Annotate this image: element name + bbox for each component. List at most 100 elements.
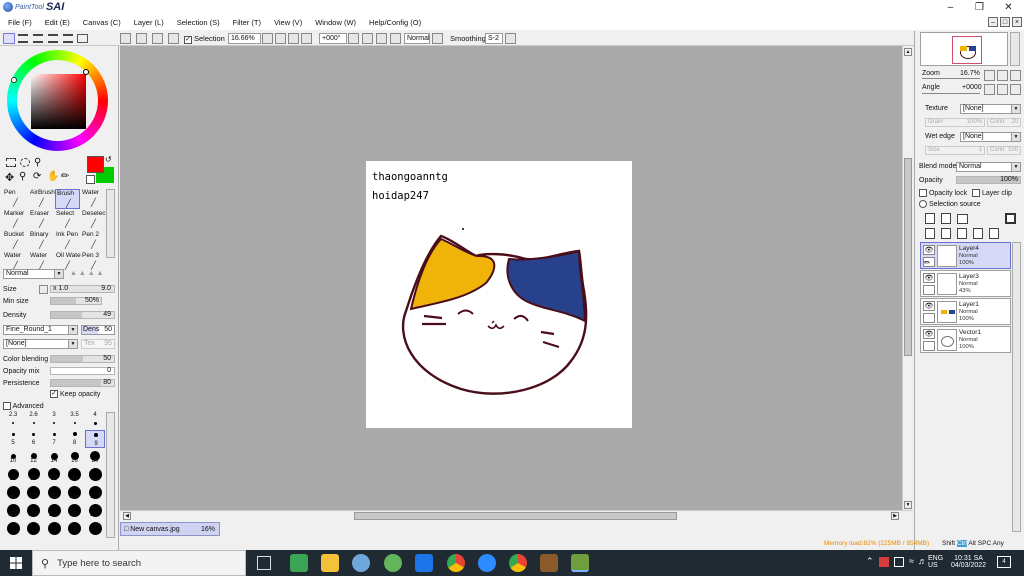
brush-size-60[interactable]: 60 <box>3 484 23 502</box>
color-panel-toggle-icon[interactable] <box>3 33 15 44</box>
tool-airbrush[interactable]: AirBrush ╱ <box>29 189 55 209</box>
rotate-ccw-icon[interactable] <box>348 33 359 44</box>
brush-blend-mode-dropdown[interactable]: Normal ▼ <box>3 269 64 279</box>
copy-icon[interactable] <box>168 33 179 44</box>
brush-size-40[interactable]: 40 <box>65 466 85 484</box>
layer-blend-mode-dropdown[interactable]: Normal ▼ <box>956 162 1021 172</box>
volume-icon[interactable]: ♬ <box>918 556 927 566</box>
hue-handle[interactable] <box>11 77 17 83</box>
zoom-out-icon[interactable] <box>262 33 273 44</box>
input-language[interactable]: ENG US <box>928 555 943 569</box>
close-icon[interactable]: ✕ <box>995 0 1022 15</box>
brush-size-6[interactable]: 6 <box>24 430 44 448</box>
menu-window[interactable]: Window (W) <box>315 18 356 27</box>
navigator-scrollbar[interactable] <box>1010 32 1020 66</box>
opacity-mix-slider[interactable]: 0 <box>50 367 115 375</box>
zoom-tool-icon[interactable]: ⚲ <box>19 171 26 182</box>
magic-wand-icon[interactable]: ⚲ <box>34 157 41 168</box>
brush-size-more[interactable] <box>3 520 23 538</box>
color-picker-handle[interactable] <box>83 69 89 75</box>
brush-size-10[interactable]: 10 <box>3 448 23 466</box>
menu-layer[interactable]: Layer (L) <box>134 18 164 27</box>
zoom-slider[interactable] <box>922 78 980 79</box>
menu-help-config[interactable]: Help/Config (O) <box>369 18 421 27</box>
brush-size-4[interactable]: 4 <box>85 412 105 430</box>
menu-canvas[interactable]: Canvas (C) <box>83 18 121 27</box>
saturation-value-square[interactable] <box>31 74 86 129</box>
task-view-icon[interactable] <box>257 556 271 570</box>
layer-row-layer3[interactable]: 👁 Layer3 Normal 43% <box>920 270 1011 297</box>
rotate-reset-icon[interactable] <box>376 33 387 44</box>
tool-pen-3[interactable]: Pen 3 ╱ <box>81 252 106 272</box>
scratchpad-toggle-icon[interactable] <box>77 34 88 43</box>
layer-opacity-slider[interactable]: 100% <box>956 176 1021 184</box>
green-app-icon[interactable] <box>384 554 402 572</box>
layer-lock-icon[interactable] <box>923 313 935 323</box>
merge-down-icon[interactable] <box>941 228 951 239</box>
navigator-toggle-icon[interactable] <box>48 34 58 43</box>
keep-opacity-checkbox[interactable]: ✓ Keep opacity <box>50 390 100 398</box>
new-folder-icon[interactable] <box>957 214 968 224</box>
scroll-right-icon[interactable]: ▶ <box>891 512 899 520</box>
color-blending-slider[interactable]: 50 <box>50 355 115 363</box>
brush-texture-dropdown[interactable]: [None] ▼ <box>3 339 78 349</box>
brush-size-350[interactable]: 350 <box>85 502 105 520</box>
brush-size-200[interactable]: 200 <box>24 502 44 520</box>
tool-deselect[interactable]: Deselect ╱ <box>81 210 107 230</box>
layer-row-vector1[interactable]: 👁 Vector1 Normal 100% <box>920 326 1011 353</box>
primary-color-fill[interactable] <box>87 156 104 173</box>
layer-panel-toggle-icon[interactable] <box>33 34 43 43</box>
visibility-eye-icon[interactable]: 👁 <box>923 245 935 255</box>
notification-icon[interactable]: 4 <box>997 556 1011 568</box>
scroll-left-icon[interactable]: ◀ <box>123 512 131 520</box>
excel-like-app-icon[interactable] <box>290 554 308 572</box>
brush-size-50[interactable]: 50 <box>85 466 105 484</box>
canvas-paper[interactable]: thaongoanntg hoidap247 <box>366 161 632 428</box>
brush-size-more[interactable] <box>65 520 85 538</box>
tool-binary[interactable]: Binary ╱ <box>29 231 54 251</box>
zoom-app-icon[interactable] <box>478 554 496 572</box>
nav-rotate-cw-icon[interactable] <box>997 84 1008 95</box>
eyedropper-icon[interactable]: ✏ <box>61 171 69 182</box>
clear-layer-icon[interactable] <box>957 228 967 239</box>
mdi-restore-icon[interactable]: □ <box>1000 17 1010 27</box>
chrome-icon[interactable] <box>447 554 465 572</box>
taskbar-search[interactable]: ⚲ Type here to search <box>32 550 246 576</box>
layer-lock-icon[interactable]: ✏ <box>923 257 935 267</box>
new-layer-icon[interactable] <box>925 213 935 224</box>
menu-edit[interactable]: Edit (E) <box>45 18 70 27</box>
view-mode-dropdown-icon[interactable] <box>432 33 443 44</box>
deselect-icon[interactable] <box>120 33 131 44</box>
mdi-close-icon[interactable]: × <box>1012 17 1022 27</box>
hand-tool-icon[interactable]: ✋ <box>47 171 59 182</box>
brush-size-9[interactable]: 9 <box>85 430 105 448</box>
nav-zoom-fit-icon[interactable] <box>1010 70 1021 81</box>
antivirus-tray-icon[interactable] <box>879 557 889 567</box>
vertical-scrollbar[interactable]: ▲ ▼ <box>902 46 913 512</box>
chrome-profile-icon[interactable] <box>509 554 527 572</box>
file-explorer-icon[interactable] <box>321 554 339 572</box>
start-button[interactable] <box>0 550 32 576</box>
layer-lock-icon[interactable] <box>923 341 935 351</box>
size-slider[interactable]: x 1.0 9.0 <box>50 285 115 293</box>
tool-select[interactable]: Select ╱ <box>55 210 80 230</box>
transfer-down-icon[interactable] <box>925 228 935 239</box>
rect-select-icon[interactable] <box>6 158 16 167</box>
tool-eraser[interactable]: Eraser ╱ <box>29 210 54 230</box>
brush-size-2.6[interactable]: 2.6 <box>24 412 44 430</box>
brush-size-100[interactable]: 100 <box>65 484 85 502</box>
tool-brush[interactable]: Brush ╱ <box>55 189 80 209</box>
zoom-field[interactable]: 16.66% <box>228 33 261 44</box>
tool-water[interactable]: Water ╱ <box>81 189 106 209</box>
brush-size-more[interactable] <box>85 520 105 538</box>
scroll-up-icon[interactable]: ▲ <box>904 48 912 56</box>
shape-density-field[interactable]: Dens 50 <box>81 325 115 335</box>
brush-size-14[interactable]: 14 <box>44 448 64 466</box>
layer-clip-checkbox[interactable]: Layer clip <box>972 189 1012 197</box>
zalo-icon[interactable] <box>415 554 433 572</box>
brush-size-35[interactable]: 35 <box>44 466 64 484</box>
angle-field[interactable]: +000° <box>319 33 347 44</box>
brush-shape-presets-icon[interactable]: ▲ ▲ ▲ ▲ <box>70 270 104 277</box>
layer-row-layer4[interactable]: 👁 ✏ Layer4 Normal 100% <box>920 242 1011 269</box>
brush-shape-dropdown[interactable]: Fine_Round_1 ▼ <box>3 325 78 335</box>
